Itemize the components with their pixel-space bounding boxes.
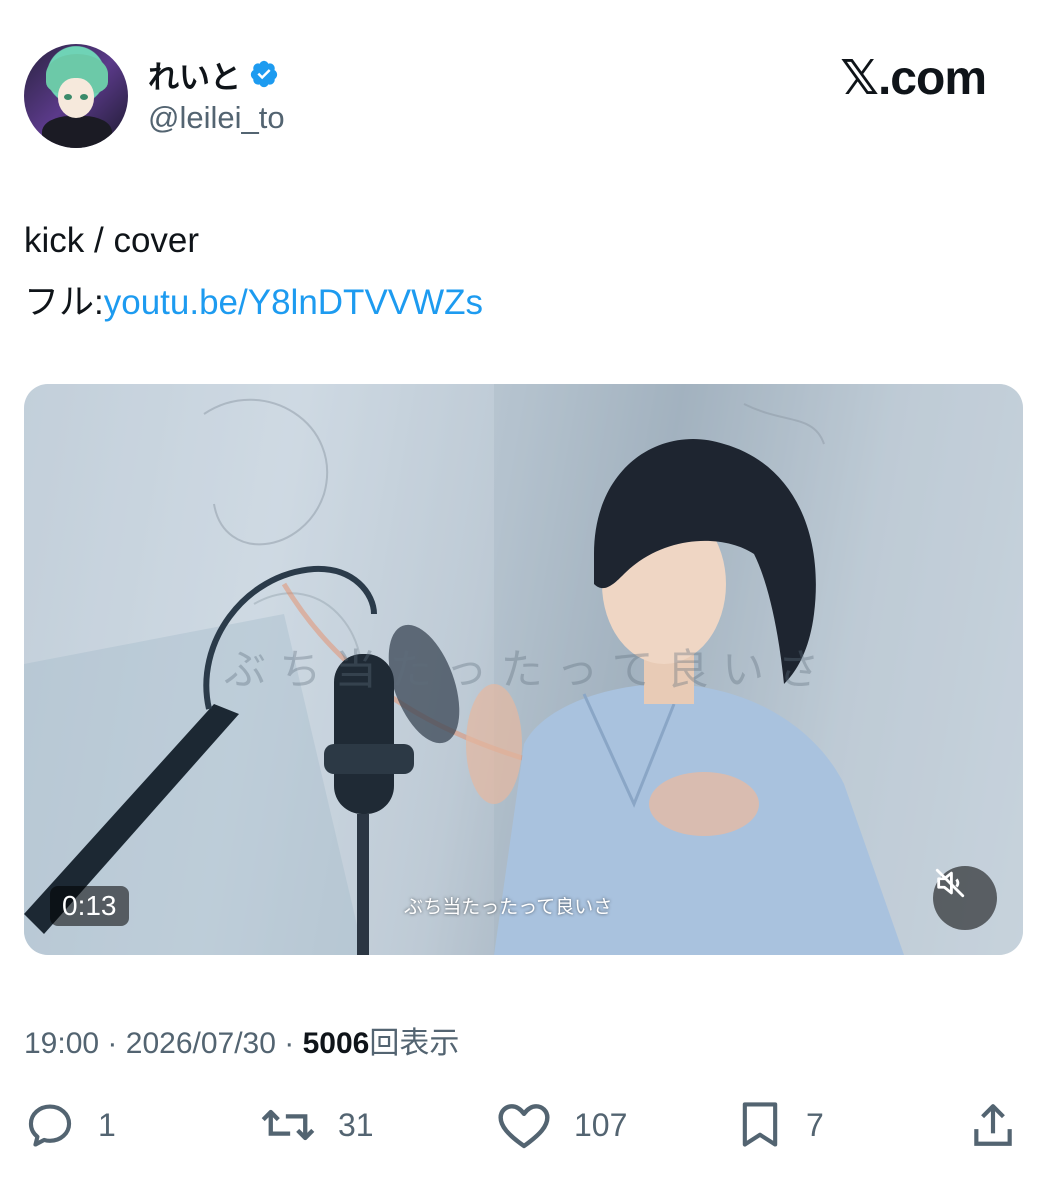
bookmark-count: 7 [806, 1106, 824, 1143]
share-icon [974, 1104, 1012, 1146]
video-duration-badge: 0:13 [50, 886, 129, 926]
youtube-link[interactable]: youtu.be/Y8lnDTVVWZs [104, 283, 483, 322]
repost-icon [261, 1109, 315, 1141]
views-label: 回表示 [369, 1027, 460, 1060]
reply-count: 1 [98, 1106, 116, 1143]
views-count: 5006 [302, 1027, 370, 1060]
bookmark-button[interactable]: 7 [736, 1090, 824, 1160]
tweet-meta: 19:00 · 2026/07/30 · 5006回表示 [24, 1018, 459, 1062]
avatar-eye-left [64, 94, 72, 100]
repost-button[interactable]: 31 [260, 1090, 374, 1160]
tweet-date[interactable]: 2026/07/30 [126, 1027, 276, 1060]
tweet-line-2: フル:youtu.be/Y8lnDTVVWZs [24, 272, 483, 334]
svg-text:ぶ ち 当 た っ た っ て 良 い さ: ぶ ち 当 た っ た っ て 良 い さ [224, 645, 820, 694]
speaker-muted-icon [935, 868, 965, 898]
tweet-time[interactable]: 19:00 [24, 1027, 99, 1060]
video-subtitle: ぶち当たったって良いさ [404, 897, 613, 918]
share-button[interactable] [968, 1090, 1018, 1160]
tweet-header: れいと @leilei_to 𝕏.com [24, 44, 1024, 148]
x-com-logo: 𝕏.com [840, 52, 987, 105]
tweet-text: kick / cover フル:youtu.be/Y8lnDTVVWZs [24, 210, 483, 334]
reply-button[interactable]: 1 [24, 1090, 116, 1160]
bookmark-icon [742, 1102, 778, 1147]
like-button[interactable]: 107 [496, 1090, 627, 1160]
video-frame-illustration: ぶ ち 当 た っ た っ て 良 い さ [24, 384, 1023, 955]
reply-icon [28, 1104, 72, 1147]
tweet-line-2-prefix: フル: [24, 283, 104, 322]
avatar-body [42, 116, 112, 148]
user-handle[interactable]: @leilei_to [148, 100, 285, 136]
action-bar: 1 31 107 7 [24, 1090, 1024, 1160]
tweet-line-1: kick / cover [24, 221, 200, 260]
verified-badge-icon [250, 60, 278, 88]
avatar-eye-right [80, 94, 88, 100]
avatar[interactable] [24, 44, 128, 148]
meta-separator: · [107, 1027, 118, 1060]
mute-button[interactable] [933, 866, 997, 930]
display-name-row: れいと [148, 52, 285, 97]
display-name[interactable]: れいと [148, 52, 241, 97]
heart-icon [498, 1104, 550, 1149]
repost-count: 31 [338, 1106, 374, 1143]
meta-separator: · [284, 1027, 295, 1060]
user-block: れいと @leilei_to [148, 54, 285, 136]
video-player[interactable]: ぶ ち 当 た っ た っ て 良 い さ 0:13 ぶち当たったって良いさ [24, 384, 1023, 955]
like-count: 107 [574, 1106, 628, 1143]
